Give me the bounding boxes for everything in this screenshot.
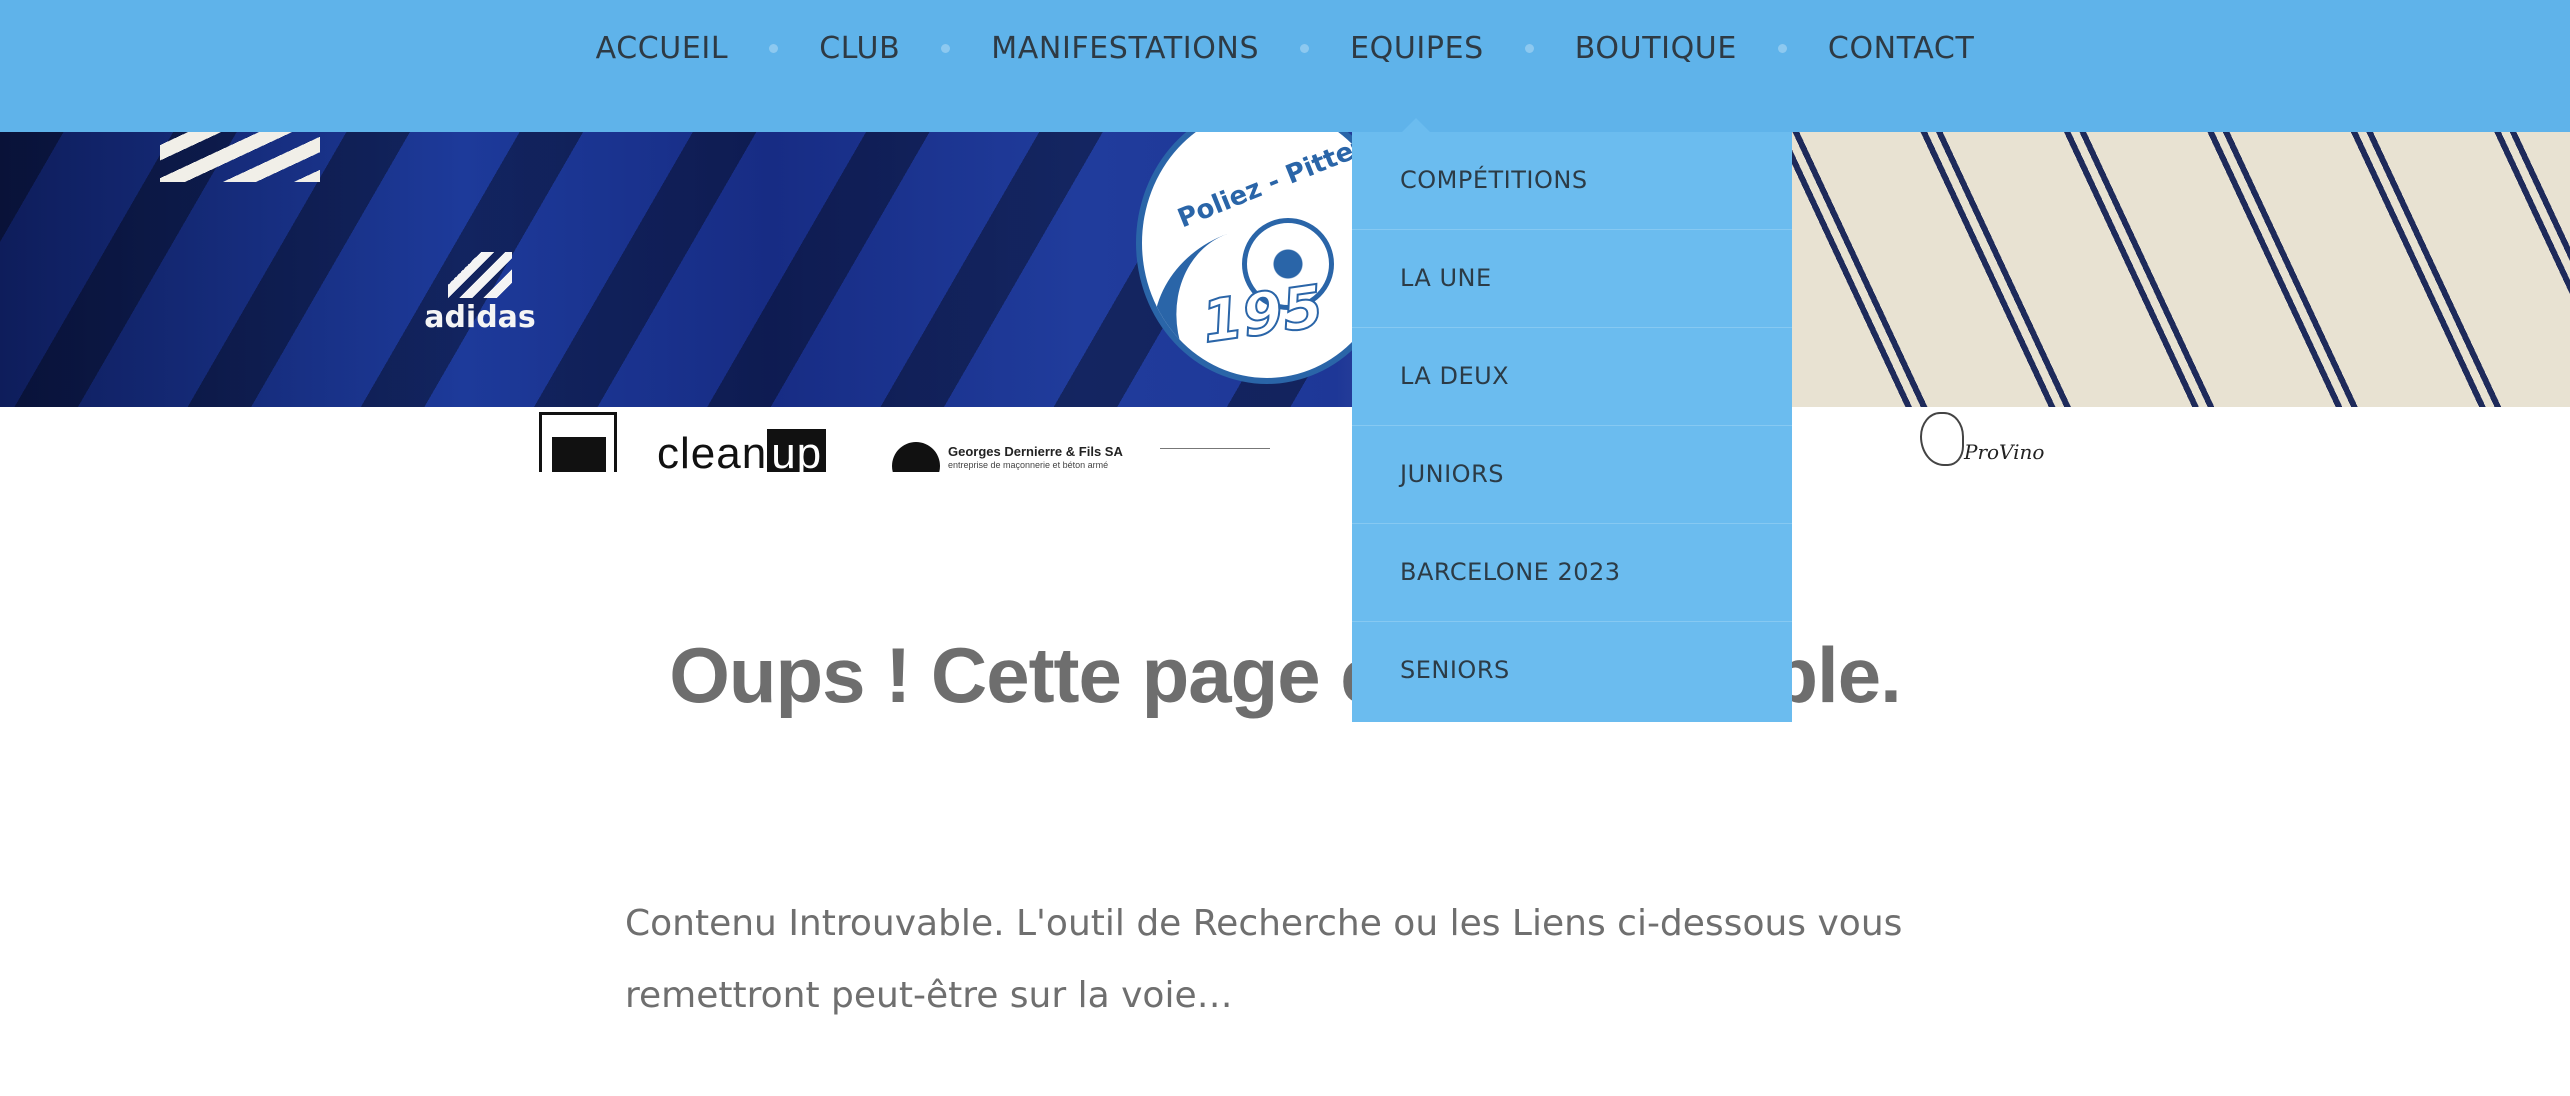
nav-item-club[interactable]: CLUB — [819, 31, 900, 66]
dropdown-item-competitions[interactable]: COMPÉTITIONS — [1352, 132, 1792, 230]
dorn-tagline: entreprise de maçonnerie et béton armé — [948, 460, 1109, 470]
page-title: Oups ! Cette page est introuvable. — [669, 631, 1902, 719]
cleanup-prefix: clean — [657, 429, 768, 473]
top-navigation: ACCUEIL CLUB MANIFESTATIONS EQUIPES BOUT… — [0, 0, 2570, 132]
light-jersey-pattern — [1720, 132, 2570, 407]
sponsor-logo-box[interactable] — [539, 412, 617, 472]
nav-separator-dot — [1300, 43, 1310, 53]
sponsor-logo-provino[interactable]: ProVino — [1920, 412, 2050, 472]
nav-item-equipes[interactable]: EQUIPES — [1350, 31, 1484, 66]
badge-sub-text: Poliez - Pittet — [1173, 132, 1370, 235]
dorn-logo-icon — [892, 442, 940, 472]
dropdown-item-juniors[interactable]: JUNIORS — [1352, 426, 1792, 524]
dropdown-item-la-deux[interactable]: LA DEUX — [1352, 328, 1792, 426]
dropdown-item-seniors[interactable]: SENIORS — [1352, 622, 1792, 722]
sponsor-logo-small[interactable] — [1160, 448, 1270, 472]
page-description: Contenu Introuvable. L'outil de Recherch… — [625, 903, 1903, 1016]
equipes-dropdown-menu: COMPÉTITIONS LA UNE LA DEUX JUNIORS BARC… — [1352, 132, 1792, 722]
provino-swirl-icon — [1920, 412, 1964, 466]
dropdown-item-la-une[interactable]: LA UNE — [1352, 230, 1792, 328]
hero-banner-image: adidas Poliez - Pittet 195 — [0, 132, 2570, 407]
nav-separator-dot — [941, 43, 951, 53]
nav-menu: ACCUEIL CLUB MANIFESTATIONS EQUIPES BOUT… — [0, 24, 2570, 72]
nav-separator-dot — [1524, 43, 1534, 53]
provino-wordmark: ProVino — [1964, 440, 2045, 464]
sponsor-logo-dorn[interactable]: Georges Dernierre & Fils SA entreprise d… — [892, 442, 1123, 472]
dropdown-item-barcelone-2023[interactable]: BARCELONE 2023 — [1352, 524, 1792, 622]
nav-separator-dot — [1777, 43, 1787, 53]
nav-item-accueil[interactable]: ACCUEIL — [596, 31, 729, 66]
sponsor-logo-cleanup[interactable]: cleanup — [657, 429, 827, 473]
adidas-logo-icon: adidas — [420, 252, 540, 342]
nav-item-manifestations[interactable]: MANIFESTATIONS — [991, 31, 1259, 66]
sleeve-stripes — [160, 132, 320, 182]
dorn-name: Georges Dernierre & Fils SA — [948, 444, 1123, 459]
nav-item-boutique[interactable]: BOUTIQUE — [1575, 31, 1737, 66]
adidas-bars-icon — [448, 252, 512, 298]
sponsor-logos-strip: cleanup Georges Dernierre & Fils SA entr… — [535, 412, 2050, 472]
adidas-wordmark: adidas — [424, 300, 536, 335]
nav-separator-dot — [769, 43, 779, 53]
cleanup-suffix: up — [767, 429, 827, 472]
dropdown-caret-icon — [1402, 118, 1430, 132]
nav-item-contact[interactable]: CONTACT — [1828, 31, 1974, 66]
